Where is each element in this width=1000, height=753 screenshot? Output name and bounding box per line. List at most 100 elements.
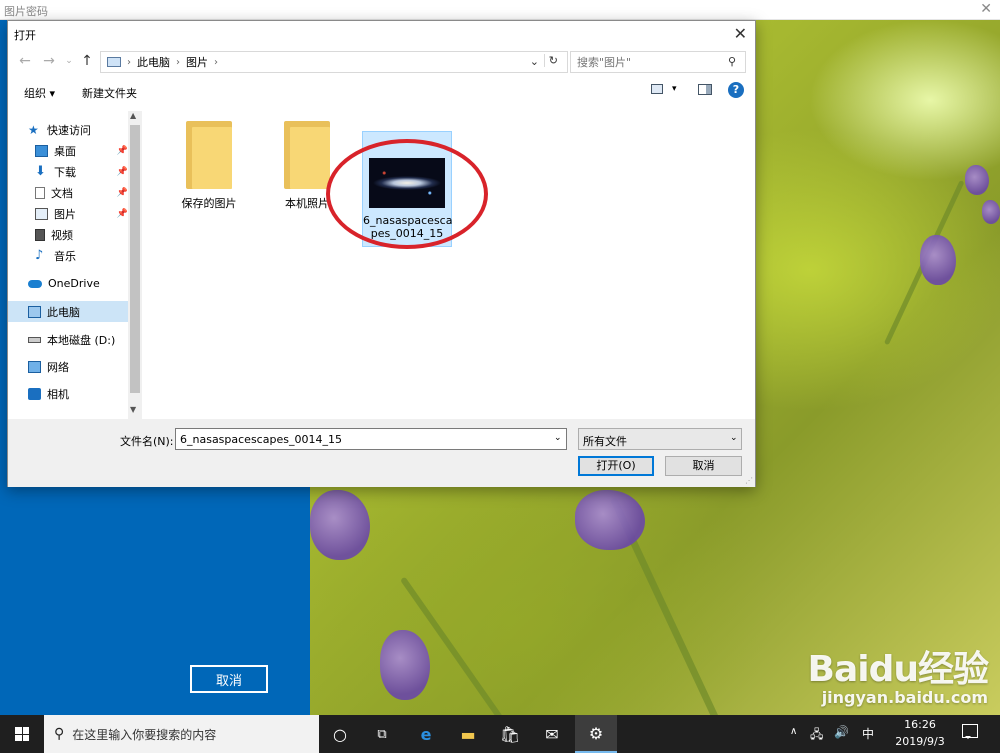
filetype-dropdown-icon[interactable]: ⌄ (730, 433, 738, 443)
clock-date[interactable]: 2019/9/3 (890, 735, 950, 748)
scroll-up-icon[interactable]: ▲ (130, 111, 136, 120)
taskbar-search-box[interactable]: ⚲ 在这里输入你要搜索的内容 (44, 715, 319, 753)
refresh-icon[interactable]: ↻ (543, 54, 558, 67)
taskbar-search-placeholder: 在这里输入你要搜索的内容 (72, 727, 217, 742)
cloud-icon (28, 279, 42, 288)
pictures-icon (35, 207, 48, 220)
scrollbar-thumb[interactable] (130, 125, 140, 393)
address-bar[interactable]: › 此电脑 › 图片 › ⌄ ↻ (100, 51, 568, 73)
input-method-indicator[interactable]: 中 (862, 725, 874, 742)
computer-icon (107, 57, 121, 67)
new-folder-button[interactable]: 新建文件夹 (82, 85, 137, 101)
filename-label: 文件名(N): (120, 435, 174, 448)
network-icon (28, 360, 41, 373)
network-status-icon[interactable]: 🖧 (810, 725, 823, 746)
background-cancel-button[interactable]: 取消 (190, 665, 268, 693)
pin-icon[interactable]: 📌 (117, 209, 128, 219)
windows-logo-icon (15, 727, 29, 741)
back-arrow-icon[interactable]: ← (16, 52, 34, 70)
breadcrumb-pictures[interactable]: 图片 (186, 54, 208, 70)
notification-center-icon[interactable] (962, 724, 978, 739)
tray-chevron-up-icon[interactable]: ∧ (790, 726, 797, 737)
filename-input[interactable]: 6_nasaspacescapes_0014_15 (175, 428, 567, 450)
breadcrumb-separator-icon[interactable]: › (176, 57, 180, 68)
sidebar-item-downloads[interactable]: ⬇ 下载 📌 (35, 161, 128, 182)
toolbar: 组织 ▾ 新建文件夹 ▾ ? (8, 79, 755, 105)
cortana-icon[interactable]: ○ (319, 715, 361, 753)
desktop-icon (35, 144, 48, 157)
sidebar-item-music[interactable]: ♪ 音乐 (35, 245, 128, 266)
help-icon[interactable]: ? (728, 82, 744, 98)
pin-icon[interactable]: 📌 (117, 146, 128, 156)
sidebar-item-label: 视频 (51, 228, 73, 242)
sidebar-item-label: 此电脑 (47, 305, 80, 319)
folder-saved-pictures[interactable]: 保存的图片 (164, 107, 254, 211)
file-name-label: 保存的图片 (181, 197, 237, 210)
resize-grip-icon[interactable]: ⋰ (745, 476, 753, 485)
settings-gear-icon[interactable]: ⚙ (575, 715, 617, 753)
organize-button[interactable]: 组织 ▾ (24, 85, 55, 101)
sidebar-item-videos[interactable]: 视频 (35, 224, 128, 245)
watermark-url: jingyan.baidu.com (821, 688, 988, 707)
breadcrumb-separator-icon[interactable]: › (127, 57, 131, 68)
sidebar-item-onedrive[interactable]: OneDrive (28, 273, 128, 294)
address-dropdown-icon[interactable]: ⌄ (530, 55, 539, 68)
file-name-line-1: 6_nasaspacesca (363, 214, 453, 227)
sidebar-item-desktop[interactable]: 桌面 📌 (35, 140, 128, 161)
sidebar-item-documents[interactable]: 文档 📌 (35, 182, 128, 203)
task-view-icon[interactable]: ⧉ (361, 715, 403, 753)
sidebar-scrollbar[interactable]: ▲ ▼ (128, 111, 142, 419)
sidebar-item-local-disk-d[interactable]: 本地磁盘 (D:) (28, 329, 128, 350)
dialog-close-icon[interactable]: ✕ (734, 24, 747, 43)
pin-icon[interactable]: 📌 (117, 188, 128, 198)
taskbar: ⚲ 在这里输入你要搜索的内容 ○ ⧉ e ▬ 🛍 ✉ ⚙ ∧ 🖧 🔊 中 16:… (0, 715, 1000, 753)
sidebar-item-label: 桌面 (54, 144, 76, 158)
cancel-button[interactable]: 取消 (665, 456, 742, 476)
open-file-dialog: 打开 ✕ ← → ⌄ ↑ › 此电脑 › 图片 › ⌄ ↻ ⚲ 组织 ▾ 新建文… (7, 20, 756, 487)
search-icon: ⚲ (54, 726, 65, 742)
start-button[interactable] (0, 715, 44, 753)
forward-arrow-icon[interactable]: → (40, 52, 58, 70)
background-window-title: 图片密码 (4, 5, 48, 18)
folder-icon (186, 121, 232, 189)
breadcrumb-separator-icon[interactable]: › (214, 57, 218, 68)
sidebar-item-label: OneDrive (48, 277, 100, 290)
edge-browser-icon[interactable]: e (405, 715, 447, 753)
mail-icon[interactable]: ✉ (531, 715, 573, 753)
sidebar-item-this-pc[interactable]: 此电脑 (8, 301, 128, 322)
store-icon[interactable]: 🛍 (489, 715, 531, 753)
folder-camera-roll[interactable]: 本机照片 (262, 107, 352, 211)
sidebar-item-camera[interactable]: 相机 (28, 383, 128, 404)
file-explorer-icon[interactable]: ▬ (447, 715, 489, 753)
background-close-icon[interactable]: ✕ (980, 1, 992, 17)
recent-locations-chevron-icon[interactable]: ⌄ (60, 52, 78, 70)
up-arrow-icon[interactable]: ↑ (78, 52, 96, 70)
volume-icon[interactable]: 🔊 (834, 725, 849, 739)
preview-pane-icon[interactable] (698, 84, 712, 95)
open-button[interactable]: 打开(O) (578, 456, 654, 476)
breadcrumb-this-pc[interactable]: 此电脑 (137, 54, 170, 70)
view-dropdown-icon[interactable]: ▾ (672, 84, 677, 94)
file-list: 保存的图片 本机照片 6_nasaspacesca pes_0014_15 (144, 107, 755, 417)
sidebar-item-pictures[interactable]: 图片 📌 (35, 203, 128, 224)
sidebar-item-network[interactable]: 网络 (28, 356, 128, 377)
dialog-titlebar: 打开 ✕ (8, 21, 755, 47)
sidebar-item-label: 本地磁盘 (D:) (47, 333, 116, 347)
scroll-down-icon[interactable]: ▼ (130, 405, 136, 414)
search-input[interactable] (570, 51, 746, 73)
clock-time[interactable]: 16:26 (890, 718, 950, 731)
image-file-galaxy[interactable]: 6_nasaspacesca pes_0014_15 (362, 131, 452, 247)
background-titlebar: 图片密码 ✕ (0, 0, 1000, 20)
filetype-select[interactable]: 所有文件 (578, 428, 742, 450)
sidebar-item-label: 图片 (54, 207, 76, 221)
sidebar-item-label: 文档 (51, 186, 73, 200)
document-icon (35, 186, 45, 199)
search-icon[interactable]: ⚲ (728, 55, 736, 68)
pin-icon[interactable]: 📌 (117, 167, 128, 177)
download-icon: ⬇ (35, 163, 46, 179)
sidebar-item-label: 相机 (47, 387, 69, 401)
view-options-icon[interactable] (651, 84, 663, 94)
filename-dropdown-icon[interactable]: ⌄ (554, 433, 562, 443)
sidebar-item-label: 音乐 (54, 249, 76, 263)
camera-icon (28, 387, 41, 400)
